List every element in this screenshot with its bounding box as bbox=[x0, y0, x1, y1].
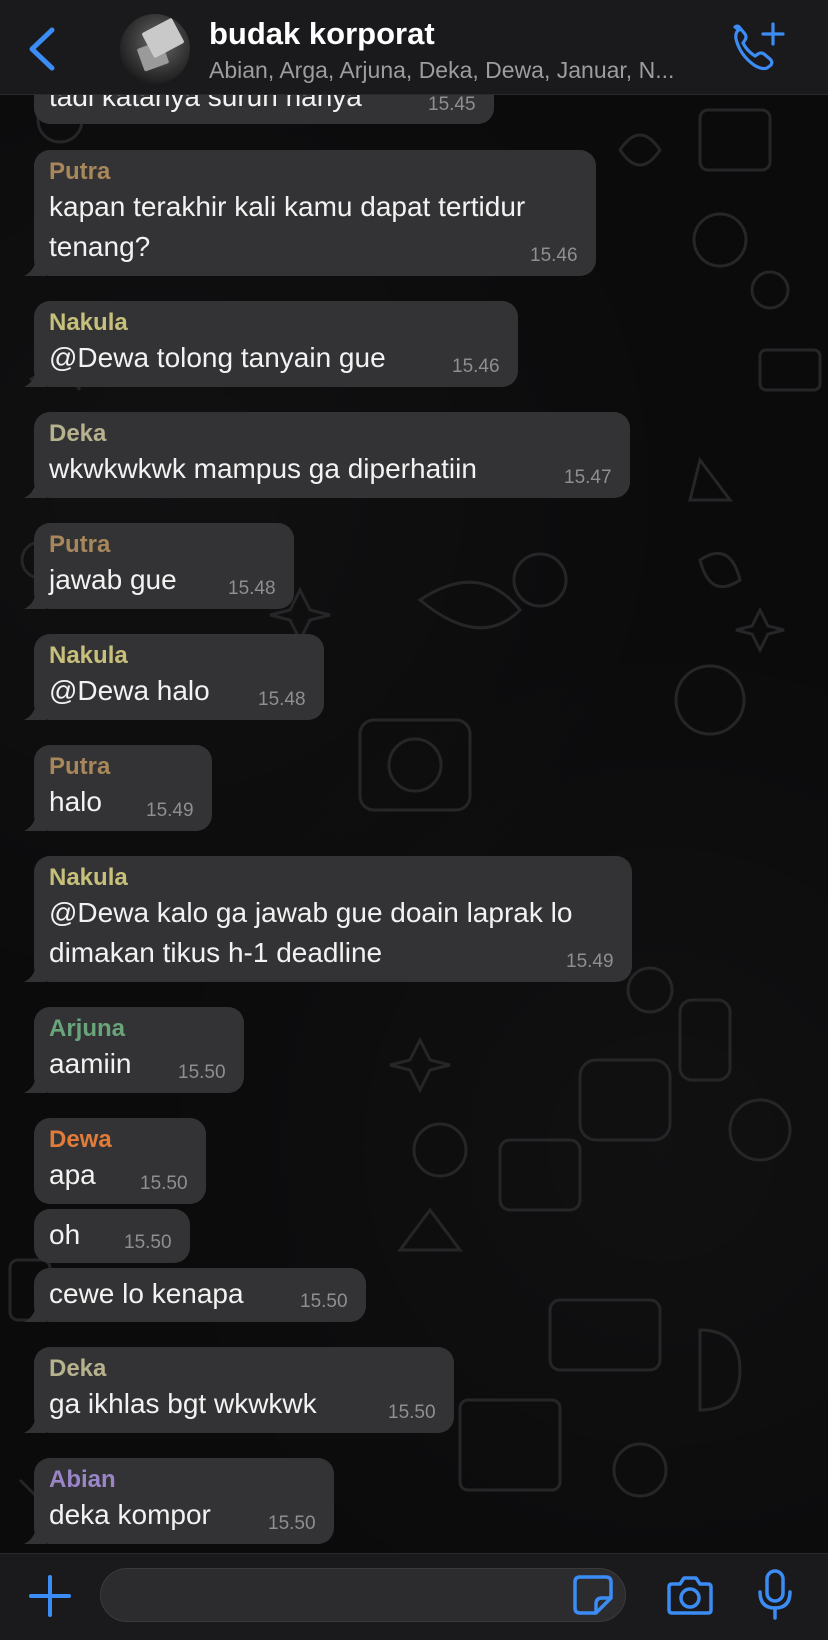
message-text: ga ikhlas bgt wkwkwk bbox=[49, 1388, 317, 1419]
bubble-tail bbox=[24, 256, 46, 276]
compose-bar bbox=[0, 1553, 828, 1640]
message-time: 15.50 bbox=[268, 1513, 316, 1534]
message-sender[interactable]: Deka bbox=[49, 1355, 106, 1383]
bubble-tail bbox=[24, 589, 46, 609]
bubble-tail bbox=[24, 811, 46, 831]
camera-icon bbox=[667, 1576, 713, 1615]
message-time: 15.50 bbox=[300, 1291, 348, 1312]
bubble-tail bbox=[24, 1413, 46, 1433]
message-sender[interactable]: Putra bbox=[49, 531, 110, 559]
message-bubble[interactable]: Putra jawab gue 15.48 bbox=[24, 523, 294, 609]
message-bubble[interactable]: Abian deka kompor 15.50 bbox=[24, 1458, 334, 1544]
chevron-left-icon bbox=[29, 27, 55, 71]
message-time: 15.50 bbox=[178, 1062, 226, 1083]
message-input[interactable] bbox=[100, 1568, 626, 1622]
chat-header: budak korporat Abian, Arga, Arjuna, Deka… bbox=[0, 0, 828, 95]
message-sender[interactable]: Deka bbox=[49, 420, 106, 448]
message-sender[interactable]: Abian bbox=[49, 1466, 116, 1494]
message-time: 15.49 bbox=[566, 951, 614, 972]
message-sender[interactable]: Nakula bbox=[49, 864, 128, 892]
message-sender[interactable]: Dewa bbox=[49, 1126, 112, 1154]
message-bubble[interactable]: oh 15.50 bbox=[34, 1209, 190, 1263]
message-time: 15.46 bbox=[452, 356, 500, 377]
message-sender[interactable]: Nakula bbox=[49, 309, 128, 337]
group-avatar[interactable] bbox=[120, 14, 190, 84]
message-sender[interactable]: Nakula bbox=[49, 642, 128, 670]
message-sender[interactable]: Arjuna bbox=[49, 1015, 125, 1043]
message-text-line2: tenang? bbox=[49, 231, 151, 262]
message-text: cewe lo kenapa bbox=[49, 1278, 244, 1309]
message-time: 15.45 bbox=[428, 94, 476, 115]
message-bubble[interactable]: Dewa apa 15.50 bbox=[34, 1118, 206, 1204]
voice-record-button[interactable] bbox=[756, 1568, 794, 1622]
microphone-icon bbox=[758, 1569, 792, 1620]
message-bubble[interactable]: Putra halo 15.49 bbox=[24, 745, 212, 831]
bubble-tail bbox=[24, 1302, 46, 1322]
message-time: 15.50 bbox=[124, 1232, 172, 1253]
group-title[interactable]: budak korporat bbox=[209, 16, 435, 52]
message-sender[interactable]: Putra bbox=[49, 753, 110, 781]
bubble-tail bbox=[24, 367, 46, 387]
sticker-icon bbox=[573, 1575, 613, 1615]
message-bubble[interactable]: Arjuna aamiin 15.50 bbox=[24, 1007, 244, 1093]
message-time: 15.49 bbox=[146, 800, 194, 821]
message-bubble[interactable]: Putra kapan terakhir kali kamu dapat ter… bbox=[24, 150, 596, 276]
add-call-icon bbox=[733, 22, 785, 71]
plus-icon bbox=[29, 1575, 71, 1617]
back-button[interactable] bbox=[18, 20, 62, 76]
message-text: kapan terakhir kali kamu dapat tertidur bbox=[49, 191, 526, 222]
message-text: apa bbox=[49, 1159, 96, 1190]
message-time: 15.50 bbox=[140, 1173, 188, 1194]
add-call-button[interactable] bbox=[730, 22, 786, 74]
message-text: oh bbox=[49, 1219, 81, 1250]
message-time: 15.46 bbox=[530, 245, 578, 266]
bubble-tail bbox=[24, 700, 46, 720]
message-sender[interactable]: Putra bbox=[49, 158, 110, 186]
message-time: 15.48 bbox=[258, 689, 306, 710]
bubble-tail bbox=[24, 1524, 46, 1544]
message-time: 15.50 bbox=[388, 1402, 436, 1423]
message-text: halo bbox=[49, 786, 102, 817]
message-time: 15.48 bbox=[228, 578, 276, 599]
attach-button[interactable] bbox=[26, 1572, 74, 1620]
bubble-tail bbox=[24, 1073, 46, 1093]
message-bubble[interactable]: Nakula @Dewa halo 15.48 bbox=[24, 634, 324, 720]
message-text-line2: dimakan tikus h-1 deadline bbox=[49, 937, 383, 968]
message-text: wkwkwkwk mampus ga diperhatiin bbox=[49, 453, 477, 484]
bubble-tail bbox=[24, 478, 46, 498]
group-members[interactable]: Abian, Arga, Arjuna, Deka, Dewa, Januar,… bbox=[209, 57, 719, 84]
message-text: @Dewa kalo ga jawab gue doain laprak lo bbox=[49, 897, 573, 928]
sticker-button[interactable] bbox=[572, 1574, 614, 1616]
bubble-tail bbox=[24, 962, 46, 982]
message-text: @Dewa halo bbox=[49, 675, 210, 706]
message-bubble[interactable]: Deka ga ikhlas bgt wkwkwk 15.50 bbox=[24, 1347, 454, 1433]
message-bubble[interactable]: Deka wkwkwkwk mampus ga diperhatiin 15.4… bbox=[24, 412, 630, 498]
camera-button[interactable] bbox=[666, 1572, 714, 1618]
message-text: @Dewa tolong tanyain gue bbox=[49, 342, 386, 373]
message-text: jawab gue bbox=[49, 564, 177, 595]
message-bubble[interactable]: Nakula @Dewa kalo ga jawab gue doain lap… bbox=[24, 856, 632, 982]
message-text: deka kompor bbox=[49, 1499, 211, 1530]
message-bubble[interactable]: cewe lo kenapa 15.50 bbox=[24, 1268, 366, 1322]
message-time: 15.47 bbox=[564, 467, 612, 488]
message-bubble[interactable]: Nakula @Dewa tolong tanyain gue 15.46 bbox=[24, 301, 518, 387]
message-text: aamiin bbox=[49, 1048, 132, 1079]
